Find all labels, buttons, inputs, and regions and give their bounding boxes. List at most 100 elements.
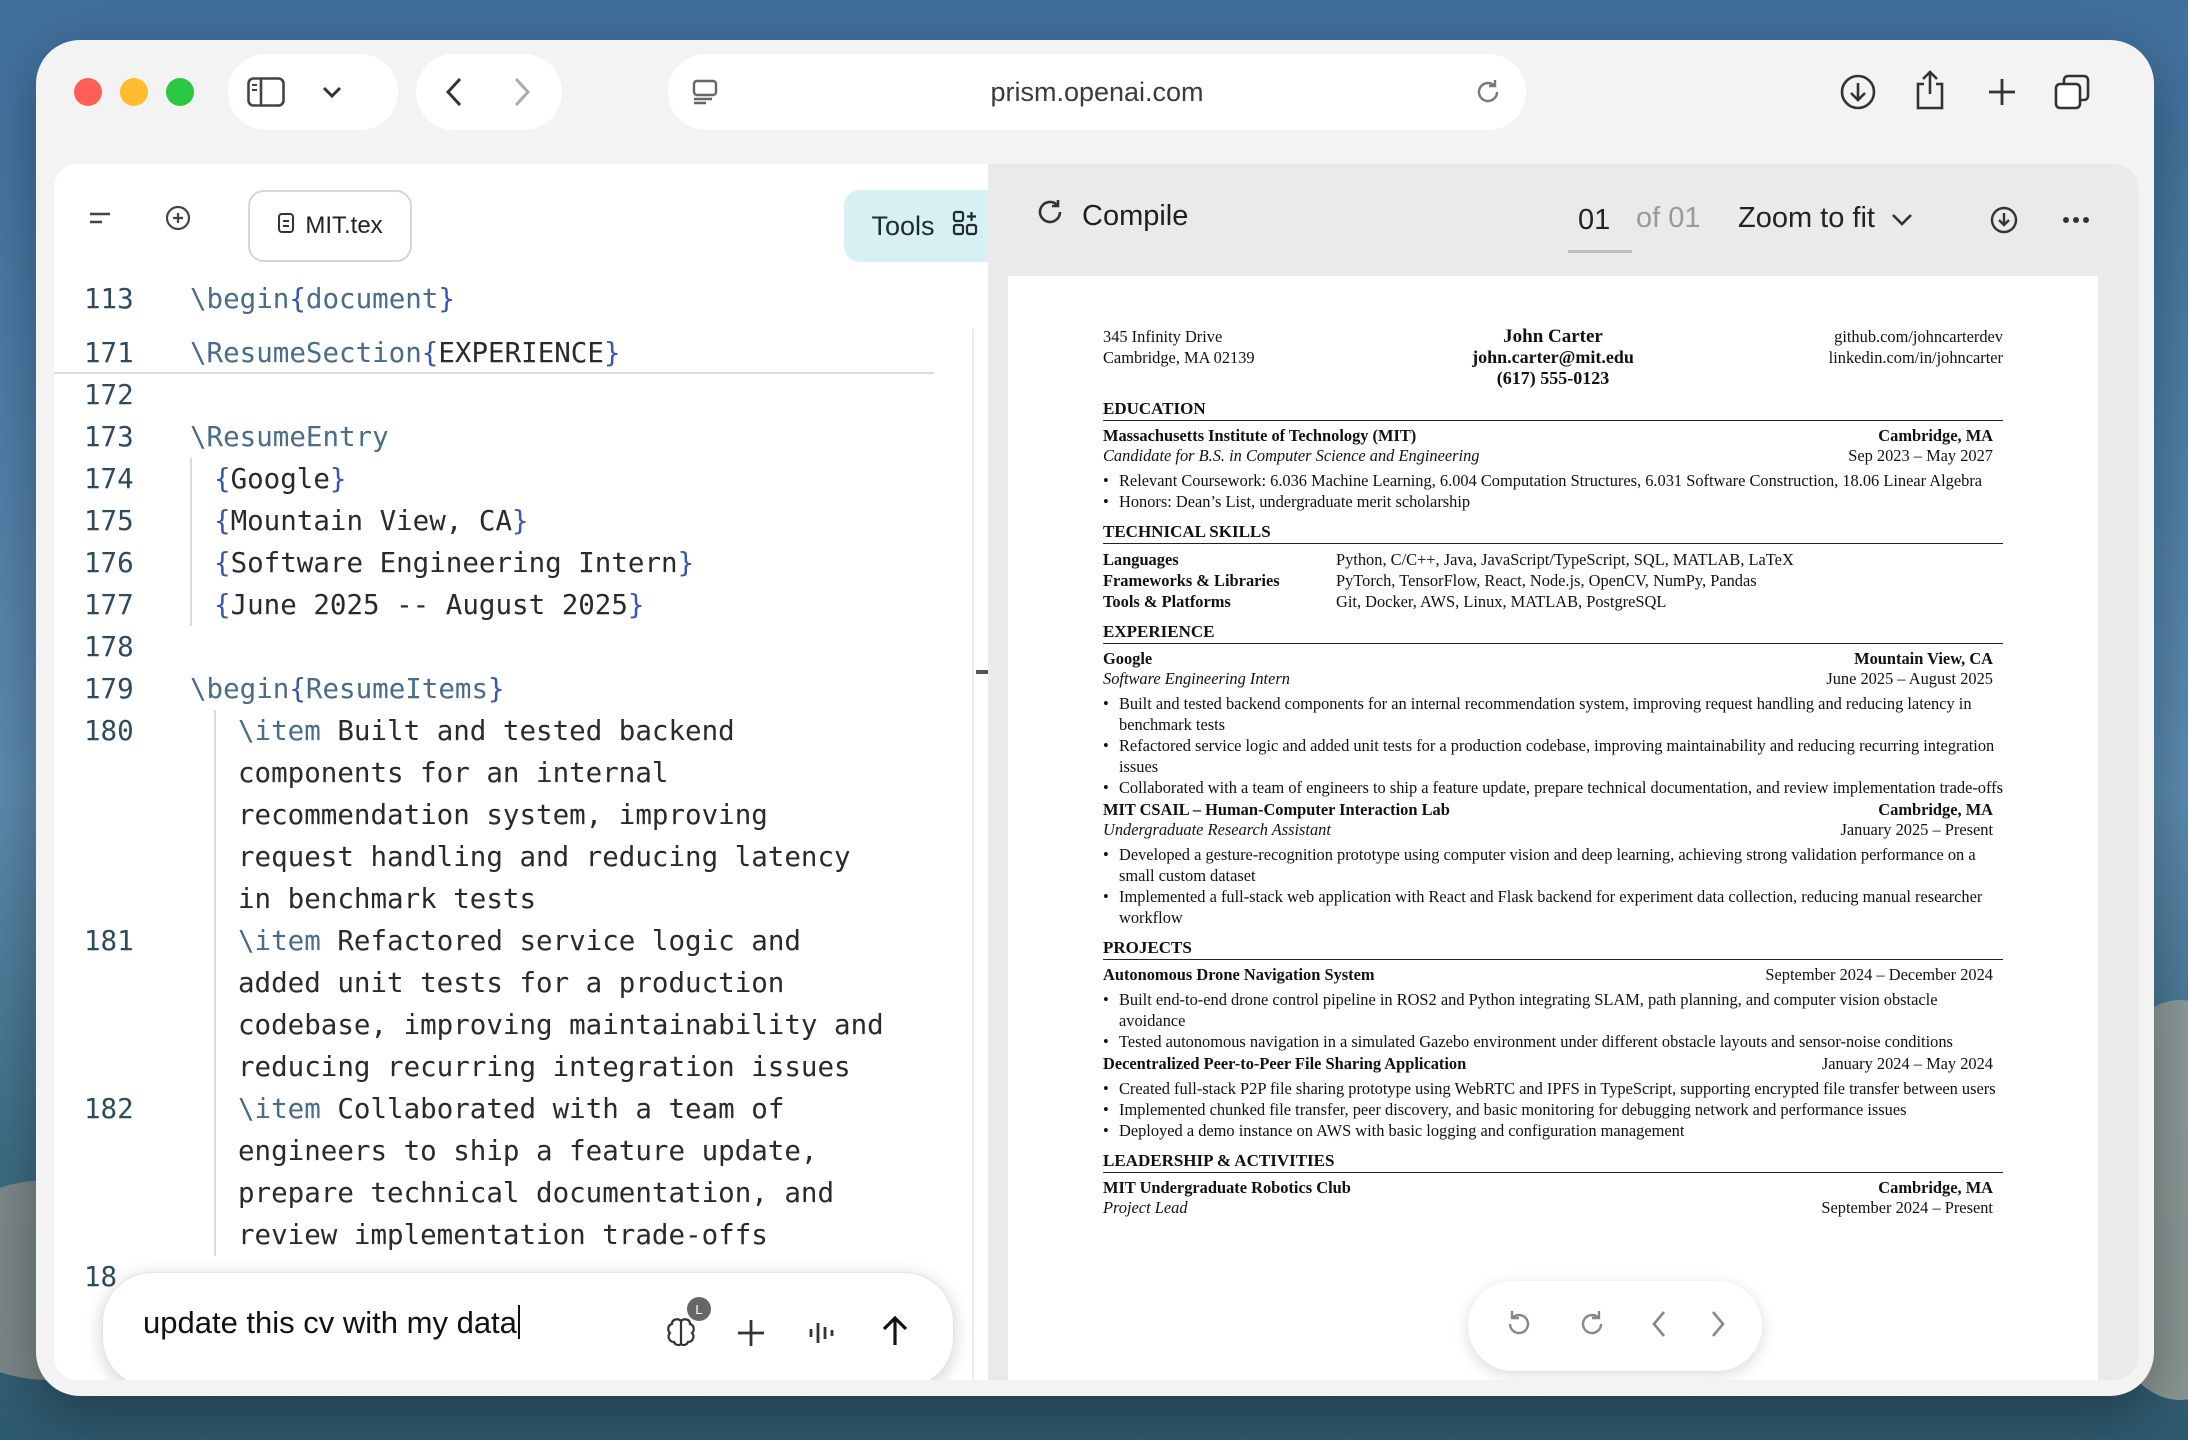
minimize-window-button[interactable] — [120, 78, 148, 106]
sidebar-icon[interactable] — [246, 72, 286, 112]
chat-input-text: update this cv with my data — [143, 1305, 517, 1340]
entry-dates: September 2024 – Present — [1821, 1198, 1993, 1217]
share-icon[interactable] — [1908, 68, 1952, 112]
section-title: TECHNICAL SKILLS — [1103, 522, 2003, 544]
redo-icon[interactable] — [1577, 1309, 1607, 1344]
add-attachment-icon[interactable] — [729, 1311, 773, 1355]
tools-label: Tools — [871, 210, 935, 241]
code-brace: } — [438, 283, 455, 315]
code-brace: { — [214, 547, 231, 579]
section-title: EXPERIENCE — [1103, 622, 2003, 644]
line-number: 181 — [84, 925, 134, 957]
pdf-page[interactable]: 345 Infinity Drive Cambridge, MA 02139 J… — [1008, 276, 2098, 1380]
code-token: June 2025 -- August 2025 — [230, 589, 628, 621]
back-icon[interactable] — [434, 72, 474, 112]
chat-input[interactable]: update this cv with my data — [143, 1305, 520, 1341]
code-token: Collaborated with a team of — [320, 1093, 785, 1125]
skill-row: Frameworks & Libraries PyTorch, TensorFlo… — [1103, 570, 2003, 591]
section-title: EDUCATION — [1103, 399, 2003, 421]
resume-email: john.carter@mit.edu — [1472, 347, 1634, 367]
close-window-button[interactable] — [74, 78, 102, 106]
bullet-item: Built end-to-end drone control pipeline … — [1103, 989, 2003, 1031]
skill-value: PyTorch, TensorFlow, React, Node.js, Ope… — [1336, 571, 1757, 590]
code-token: engineers to ship a feature update, — [238, 1135, 818, 1167]
line-number: 173 — [84, 421, 134, 453]
code-brace: { — [289, 283, 306, 315]
more-options-icon[interactable] — [2056, 200, 2096, 240]
resume-address: 345 Infinity Drive Cambridge, MA 02139 — [1103, 326, 1403, 368]
zoom-select[interactable]: Zoom to fit — [1738, 202, 1913, 235]
line-number: 176 — [84, 547, 134, 579]
address-bar[interactable]: prism.openai.com — [668, 54, 1526, 130]
bullet-item: Collaborated with a team of engineers to… — [1103, 777, 2003, 798]
code-brace: } — [488, 673, 505, 705]
model-badge: L — [687, 1297, 711, 1321]
new-chat-icon[interactable] — [160, 200, 196, 236]
code-text: recommendation system, improving — [238, 794, 768, 836]
sticky-scroll-separator — [54, 372, 934, 374]
line-number: 113 — [84, 283, 134, 315]
page-current[interactable]: 01 — [1578, 204, 1610, 237]
code-token: reducing recurring integration issues — [238, 1051, 851, 1083]
collapse-menu-icon[interactable] — [84, 202, 116, 234]
code-keyword: ResumeItems — [305, 673, 489, 705]
code-token: Built and tested backend — [320, 715, 735, 747]
entry-org: Autonomous Drone Navigation System — [1103, 965, 1375, 984]
reload-icon[interactable] — [1468, 72, 1508, 112]
tab-overview-icon[interactable] — [2050, 70, 2094, 114]
code-text: in benchmark tests — [238, 878, 536, 920]
next-icon[interactable] — [1710, 1310, 1726, 1343]
undo-icon[interactable] — [1504, 1309, 1534, 1344]
compile-button[interactable]: Compile — [1036, 198, 1188, 234]
line-number: 179 — [84, 673, 134, 705]
entry-dates: Sep 2023 – May 2027 — [1848, 446, 1993, 465]
chevron-down-icon[interactable] — [312, 72, 352, 112]
skill-key: Frameworks & Libraries — [1103, 571, 1280, 590]
code-brace: { — [214, 463, 231, 495]
code-brace: } — [512, 505, 529, 537]
editor-header: MIT.tex Tools — [54, 164, 989, 272]
entry-dates: January 2025 – Present — [1840, 820, 1994, 839]
grid-icon — [951, 209, 979, 244]
tools-button[interactable]: Tools — [844, 190, 989, 262]
code-keyword: document — [305, 283, 439, 315]
previous-icon[interactable] — [1651, 1310, 1667, 1343]
url-text: prism.openai.com — [990, 76, 1204, 107]
page-total: of 01 — [1636, 202, 1701, 234]
entry-row: Undergraduate Research Assistant January … — [1103, 820, 2003, 840]
editor-scrollbar[interactable] — [972, 329, 974, 1379]
file-tab[interactable]: MIT.tex — [248, 190, 412, 262]
address-line: Cambridge, MA 02139 — [1103, 348, 1255, 367]
download-pdf-icon[interactable] — [1984, 200, 2024, 240]
code-token: request handling and reducing latency — [238, 841, 851, 873]
code-keyword: \item — [238, 715, 321, 747]
forward-icon[interactable] — [502, 72, 542, 112]
entry-role: Project Lead — [1103, 1198, 1188, 1217]
code-text: \begin{ResumeItems} — [190, 668, 505, 710]
zoom-window-button[interactable] — [166, 78, 194, 106]
code-text: engineers to ship a feature update, — [238, 1130, 817, 1172]
resume-header: 345 Infinity Drive Cambridge, MA 02139 J… — [1103, 326, 2003, 389]
code-keyword: \ResumeEntry — [190, 421, 389, 453]
compile-label: Compile — [1082, 199, 1189, 232]
send-icon[interactable] — [873, 1309, 917, 1353]
preview-panel: Compile 01 of 01 Zoom to fit 345 Infinit… — [988, 164, 2138, 1380]
section-title: LEADERSHIP & ACTIVITIES — [1103, 1151, 2003, 1173]
chat-input-box[interactable]: update this cv with my data L — [102, 1272, 954, 1380]
code-text: prepare technical documentation, and — [238, 1172, 834, 1214]
code-editor[interactable]: 113 \begin{document} 171 \ResumeSection{EXP… — [54, 272, 972, 1380]
code-token: Software Engineering Intern — [230, 547, 678, 579]
code-brace: } — [329, 463, 347, 495]
entry-dates: June 2025 – August 2025 — [1826, 669, 1993, 688]
entry-row: MIT CSAIL – Human-Computer Interaction L… — [1103, 800, 2003, 820]
bullet-item: Honors: Dean’s List, undergraduate merit… — [1103, 491, 2003, 512]
skill-value: Git, Docker, AWS, Linux, MATLAB, Postgre… — [1336, 592, 1667, 611]
voice-icon[interactable] — [801, 1311, 845, 1355]
code-brace: } — [603, 337, 621, 369]
bullet-item: Developed a gesture-recognition prototyp… — [1103, 844, 2003, 886]
line-number: 174 — [84, 463, 134, 495]
entry-row: Project Lead September 2024 – Present — [1103, 1198, 2003, 1218]
code-text: codebase, improving maintainability and — [238, 1004, 884, 1046]
downloads-icon[interactable] — [1836, 70, 1880, 114]
new-tab-icon[interactable] — [1980, 70, 2024, 114]
